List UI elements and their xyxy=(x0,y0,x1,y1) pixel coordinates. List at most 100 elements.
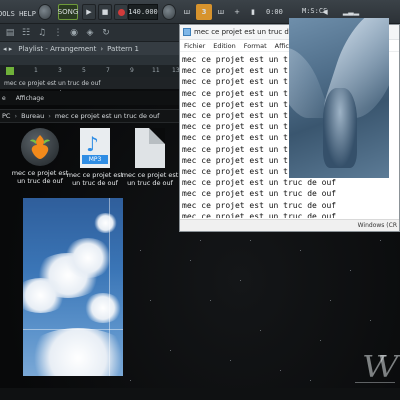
star xyxy=(170,350,171,351)
menu-edge: e xyxy=(2,94,6,102)
file-label: mec ce projet est un truc de ouf xyxy=(121,171,179,187)
song-mode-button[interactable]: SONG xyxy=(58,4,78,20)
timeline-ruler[interactable]: 1 3 5 7 9 11 13 xyxy=(0,65,180,77)
play-button[interactable]: ▶ xyxy=(82,4,96,20)
ruler-mark: 11 xyxy=(152,67,160,74)
master-volume-knob[interactable] xyxy=(38,4,52,20)
ruler-mark: 7 xyxy=(106,67,110,74)
address-bar[interactable]: PC › Bureau › mec ce projet est un truc … xyxy=(0,109,180,123)
pattern-number[interactable]: 3 xyxy=(196,4,212,20)
snap-icon[interactable]: + xyxy=(230,4,244,20)
playlist-tools-row xyxy=(0,55,180,65)
cloud xyxy=(83,293,123,323)
line-ending-status: Windows (CR xyxy=(357,222,397,229)
fl-studio-icon xyxy=(21,128,59,166)
star xyxy=(130,380,131,381)
star xyxy=(210,300,211,301)
mp3-tag: MP3 xyxy=(82,155,108,164)
menu-fichier[interactable]: Fichier xyxy=(184,42,205,50)
playlist-sep: › xyxy=(100,44,104,53)
ruler-mark: 5 xyxy=(82,67,86,74)
pattern-icon[interactable]: ш xyxy=(180,4,194,20)
notepad-line: mec ce projet est un truc de ouf xyxy=(182,178,337,188)
notepad-icon xyxy=(183,28,191,36)
playlist-title: Playlist - Arrangement xyxy=(18,44,97,53)
tempo-display[interactable]: 140.000 xyxy=(128,4,158,20)
file-mp3[interactable]: ♪ MP3 mec ce projet est un truc de ouf xyxy=(65,128,125,187)
address-separator: › xyxy=(48,112,51,120)
menu-edition[interactable]: Edition xyxy=(213,42,236,50)
guide-line xyxy=(23,329,123,330)
mp3-icon: ♪ MP3 xyxy=(80,128,110,168)
tools-help-menu[interactable]: OOLS HELP xyxy=(0,6,36,22)
fl-browser-toolbar: ▤ ☷ ♫ ⋮ ◉ ◈ ↻ xyxy=(0,24,180,42)
notepad-status-bar: Windows (CR xyxy=(180,219,399,231)
star xyxy=(300,250,301,251)
notepad-line: mec ce projet est un truc de ouf xyxy=(182,189,337,199)
tempo-knob[interactable] xyxy=(162,4,176,20)
star xyxy=(250,240,251,241)
address-separator: › xyxy=(14,112,18,120)
mixer-window-icon[interactable]: ⋮ xyxy=(52,27,64,39)
file-label: mec ce projet est un truc de ouf xyxy=(66,171,124,187)
stop-button[interactable]: ■ xyxy=(98,4,112,20)
file-document[interactable]: mec ce projet est un truc de ouf xyxy=(120,128,180,187)
watermark-logo: VV xyxy=(362,350,398,385)
playhead-marker[interactable] xyxy=(6,67,14,75)
channel-rack-icon[interactable]: ☷ xyxy=(20,27,32,39)
star xyxy=(140,250,141,251)
guide-line xyxy=(109,198,110,376)
playlist-menu-icon[interactable]: ◂ ▸ xyxy=(3,45,12,53)
browser-icon[interactable]: ▤ xyxy=(4,27,16,39)
notepad-line: mec ce projet est un truc de ouf xyxy=(182,211,337,218)
star xyxy=(370,320,371,321)
output-icon[interactable]: ◈ xyxy=(84,27,96,39)
sky-clouds-image xyxy=(23,198,123,376)
cloud xyxy=(23,328,123,376)
address-current[interactable]: mec ce projet est un truc de ouf xyxy=(55,112,160,120)
explorer-title-bar: mec ce projet est un truc de ouf xyxy=(0,77,180,89)
star xyxy=(350,270,351,271)
plugin-icon[interactable]: ◉ xyxy=(68,27,80,39)
star xyxy=(260,330,261,331)
star xyxy=(190,260,191,261)
ruler-mark: 1 xyxy=(34,67,38,74)
cloud xyxy=(23,278,68,313)
menu-format[interactable]: Format xyxy=(244,42,267,50)
piano-roll-icon[interactable]: ♫ xyxy=(36,27,48,39)
time-display: 0:00 xyxy=(266,8,283,16)
notepad-line: mec ce projet est un truc de ouf xyxy=(182,200,337,210)
star xyxy=(240,280,241,281)
star xyxy=(150,300,151,301)
pattern-selector[interactable]: Pattern 1 xyxy=(107,45,139,53)
star xyxy=(200,240,201,241)
address-folder[interactable]: Bureau xyxy=(21,112,44,120)
music-note-icon: ♪ xyxy=(86,132,99,156)
mixer-icon[interactable]: ▮ xyxy=(246,4,260,20)
ruler-mark: 3 xyxy=(58,67,62,74)
document-icon xyxy=(135,128,165,168)
address-root[interactable]: PC xyxy=(2,112,10,120)
cloud xyxy=(63,238,113,278)
star xyxy=(230,360,231,361)
explorer-menu-bar: e Affichage xyxy=(0,91,180,105)
statue-body xyxy=(323,88,357,168)
record-button[interactable] xyxy=(114,4,128,20)
bottom-bar xyxy=(0,388,400,400)
star xyxy=(320,340,321,341)
pattern-prev-icon[interactable]: ш xyxy=(214,4,228,20)
cloud xyxy=(93,213,118,233)
playlist-header: ◂ ▸ Playlist - Arrangement › Pattern 1 xyxy=(0,42,180,55)
explorer-title: mec ce projet est un truc de ouf xyxy=(4,79,101,87)
watermark-underline xyxy=(355,382,395,383)
file-flp[interactable]: mec ce projet est un truc de ouf xyxy=(10,128,70,185)
tempo-tap-icon[interactable]: ↻ xyxy=(100,27,112,39)
star xyxy=(380,240,381,241)
star xyxy=(330,300,331,301)
ruler-mark: 9 xyxy=(130,67,134,74)
star xyxy=(280,370,281,371)
menu-affichage[interactable]: Affichage xyxy=(16,95,44,102)
file-label: mec ce projet est un truc de ouf xyxy=(11,169,69,185)
star xyxy=(310,380,311,381)
angel-statue-image xyxy=(289,18,389,178)
